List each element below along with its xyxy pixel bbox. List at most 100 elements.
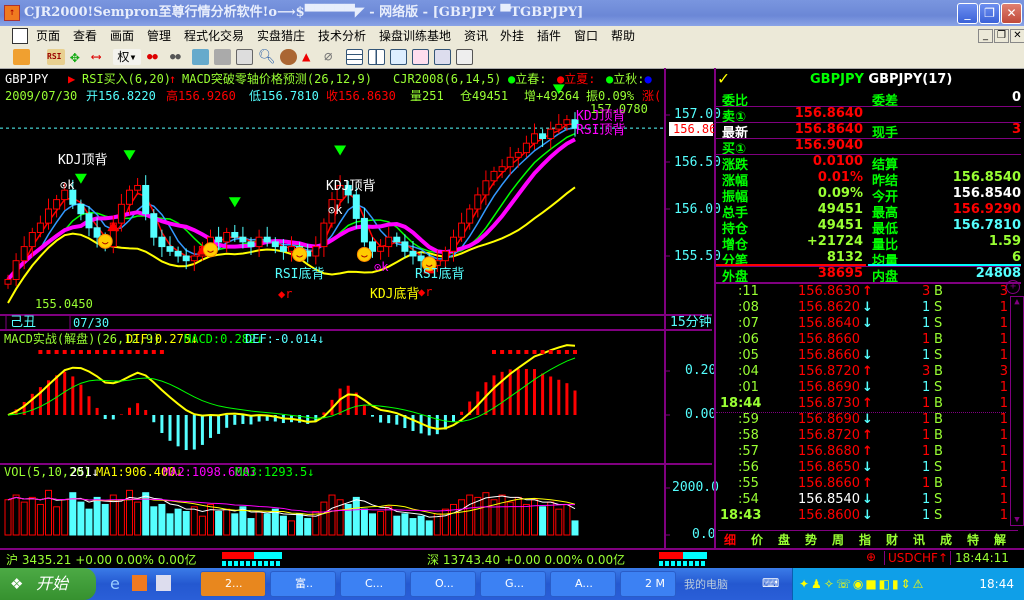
quote-tab[interactable]: 财 [886,531,898,548]
quicklaunch-app-icon[interactable] [132,575,147,591]
signal-icon[interactable]: ⊕ [866,550,876,564]
window-chart-icon[interactable] [390,49,407,65]
candle-down [166,246,174,252]
quicklaunch-doc-icon[interactable] [156,575,171,591]
menu-manage[interactable]: 管理 [147,27,171,45]
quote-tab[interactable]: 细 [724,531,736,548]
layout-rows-icon[interactable] [346,49,363,65]
menu-help[interactable]: 帮助 [611,27,635,45]
fx-ticker[interactable]: USDCHF↑ [884,551,948,565]
tick-arrow-icon: ↓ [862,380,873,395]
plug-icon[interactable]: ⌀ [324,49,341,65]
menu-screen[interactable]: 画面 [110,27,134,45]
chart-area[interactable]: GBPJPY ▶ RSI买入(6,20) ↑ MACD突破零轴价格预测(26,1… [0,68,721,548]
scroll-down-icon[interactable]: ▼ [1011,515,1023,525]
candle-down [85,213,93,229]
quote-tab[interactable]: 价 [751,531,763,548]
menu-news[interactable]: 资讯 [464,27,488,45]
book-icon[interactable] [236,49,253,65]
quote-tab[interactable]: 盘 [778,531,790,548]
task-2[interactable]: 富.. [270,571,336,597]
tick-arrow-icon: ↓ [862,300,873,315]
app-icon[interactable]: ↑ [4,5,20,21]
menu-window[interactable]: 窗口 [574,27,598,45]
macd-signal-dot [127,350,132,354]
close-button[interactable]: ✕ [1001,3,1022,24]
window-line-icon[interactable] [456,49,473,65]
macd-signal-dot [38,350,43,354]
task-1[interactable]: 2... [200,571,266,597]
mdi-restore-button[interactable]: ❐ [994,29,1009,43]
quote-tab[interactable]: 讯 [913,531,925,548]
macd-signal-dot [159,350,164,354]
menu-plugins[interactable]: 插件 [537,27,561,45]
indicator-macd-forecast[interactable]: MACD突破零轴价格预测(26,12,9) [182,72,372,86]
move-icon[interactable]: ✥ [70,49,87,65]
volume-bar [563,503,571,536]
search-icon[interactable]: 🔍︎ [258,49,276,65]
layout-columns-icon[interactable] [368,49,385,65]
open-icon[interactable] [13,49,30,65]
tick-row: :06 156.8660 1 B 1 [716,332,1012,348]
tick-side: S [934,508,943,523]
macd-def: DEF:-0.014↓ [245,332,325,346]
copy-icon[interactable] [214,49,231,65]
ie-icon[interactable]: e [110,574,120,593]
quote-tab[interactable]: 指 [859,531,871,548]
tick-side: B [934,332,943,347]
task-7[interactable]: 2 M [620,571,676,597]
candle-up [255,236,263,248]
stats-icon[interactable] [192,49,209,65]
tick-scrollbar[interactable]: ▲ ▼ [1010,296,1024,526]
tick-arrow-icon: ↑ [862,364,873,379]
menu-plugins-ext[interactable]: 外挂 [500,27,524,45]
task-5[interactable]: G... [480,571,546,597]
quote-tab[interactable]: 成 [940,531,952,548]
menu-live-tracking[interactable]: 实盘猎庄 [257,27,305,45]
menu-view[interactable]: 查看 [73,27,97,45]
volume-bar [304,518,312,536]
traffic-light-icon[interactable]: ●● [147,49,164,65]
compare-icon[interactable]: ●● [170,49,187,65]
rights-dropdown[interactable]: 权▾ [113,49,141,65]
volume-bar [369,513,376,536]
tick-row: :07 156.8640 ↓ 1 S 1 [716,316,1012,332]
menu-page[interactable]: 页面 [36,27,60,45]
alarm-bell-icon[interactable]: ▲ [302,49,319,65]
restore-button[interactable]: ❐ [979,3,1000,24]
minimize-button[interactable]: _ [957,3,978,24]
scroll-up-icon[interactable]: ▲ [1011,297,1023,307]
window-kline-icon[interactable] [412,49,429,65]
quote-tab[interactable]: 周 [832,531,844,548]
lion-icon[interactable] [280,49,297,65]
task-3[interactable]: C... [340,571,406,597]
task-4[interactable]: O... [410,571,476,597]
window-table-icon[interactable] [434,49,451,65]
mdi-minimize-button[interactable]: _ [978,29,993,43]
indicator-rsi-buy[interactable]: RSI买入(6,20) [82,72,171,86]
crosshair-icon[interactable]: + [1006,280,1020,294]
candle-up [28,232,36,248]
chart-doc-icon[interactable] [12,28,28,44]
start-label: 开始 [36,574,69,593]
period-label[interactable]: 15分钟 [670,316,712,330]
quote-tab[interactable]: 势 [805,531,817,548]
rsi-button[interactable]: RSI [47,49,65,65]
indicator-cjr2008[interactable]: CJR2008(6,14,5) [393,72,501,86]
candle-up [320,222,328,248]
quote-tab[interactable]: 特 [967,531,979,548]
tray-icons[interactable]: ✦♟✧☏◉■◧▮⇕⚠ [793,577,925,591]
task-6[interactable]: A... [550,571,616,597]
my-computer-toolbar[interactable]: 我的电脑 [684,576,728,592]
macd-signal-dot [500,350,505,354]
quote-tab[interactable]: 解 [994,531,1006,548]
start-button[interactable]: ❖ 开始 [0,568,96,600]
menu-programmatic-trading[interactable]: 程式化交易 [184,27,244,45]
candle-down [401,241,409,252]
mdi-close-button[interactable]: ✕ [1010,29,1024,43]
horizontal-arrows-icon[interactable]: ⟷ [92,49,109,65]
menu-technical-analysis[interactable]: 技术分析 [318,27,366,45]
keyboard-icon[interactable]: ⌨ [762,576,779,590]
menu-training-base[interactable]: 操盘训练基地 [379,27,451,45]
checkmark-icon[interactable]: ✓ [718,68,729,89]
